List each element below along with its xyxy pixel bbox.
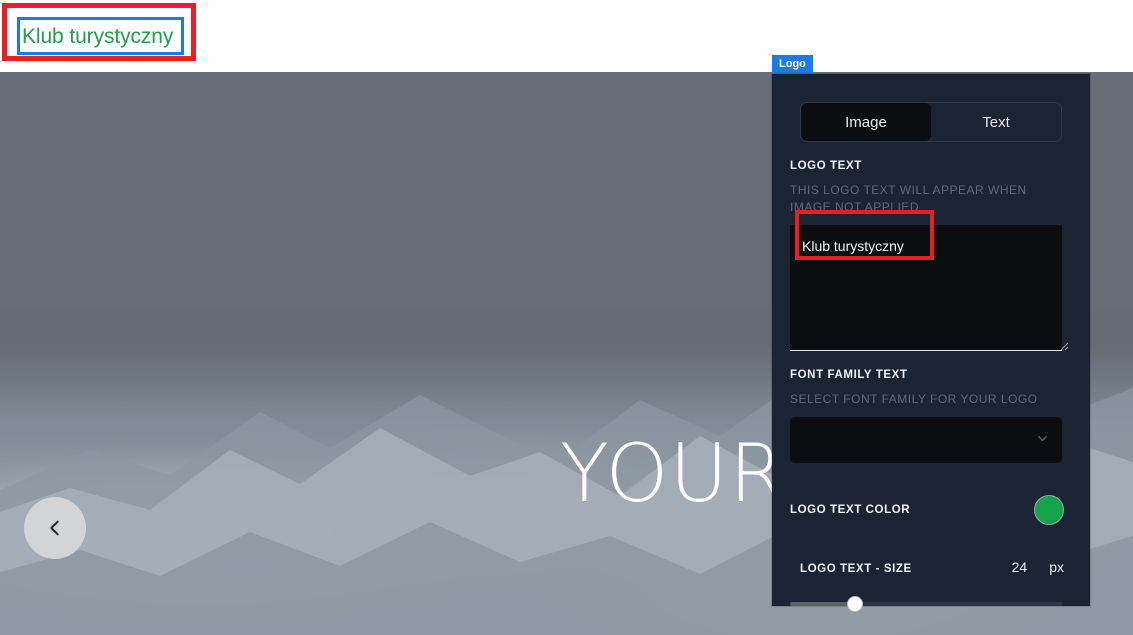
logo-preview-text: Klub turystyczny <box>22 24 174 48</box>
slider-fill <box>790 602 856 607</box>
logo-text-label: LOGO TEXT <box>790 160 862 172</box>
annotation-highlight-logo-preview: Klub turystyczny <box>2 3 196 61</box>
logo-text-input[interactable] <box>790 224 1062 351</box>
chevron-left-icon <box>44 517 66 539</box>
logo-text-size-slider[interactable] <box>790 596 1062 613</box>
logo-text-size-label: LOGO TEXT - SIZE <box>800 563 912 576</box>
logo-settings-content: Image Text LOGO TEXT THIS LOGO TEXT WILL… <box>772 74 1090 613</box>
logo-text-input-wrapper <box>790 224 1072 351</box>
font-family-label: FONT FAMILY TEXT <box>790 368 908 381</box>
font-family-select[interactable] <box>790 417 1062 464</box>
logo-text-description: THIS LOGO TEXT WILL APPEAR WHEN IMAGE NO… <box>790 183 1027 215</box>
font-family-description: SELECT FONT FAMILY FOR YOUR LOGO <box>790 391 1038 406</box>
logo-settings-panel: Image Text LOGO TEXT THIS LOGO TEXT WILL… <box>772 74 1090 613</box>
site-header: Klub turystyczny <box>0 0 1133 72</box>
logo-text-size-unit: px <box>1049 559 1064 576</box>
panel-badge-logo: Logo <box>772 55 813 75</box>
logo-preview-container[interactable]: Klub turystyczny <box>17 17 184 55</box>
logo-text-color-swatch[interactable] <box>1034 495 1064 526</box>
tab-text[interactable]: Text <box>931 103 1061 141</box>
tab-image[interactable]: Image <box>801 103 931 141</box>
app-root: Klub turystyczny YOUR GREAT <box>0 0 1133 635</box>
logo-text-size-row: LOGO TEXT - SIZE 24 px <box>790 559 1072 575</box>
logo-text-color-row: LOGO TEXT COLOR <box>790 495 1072 526</box>
chevron-down-icon <box>1035 431 1050 449</box>
logo-text-color-label: LOGO TEXT COLOR <box>790 504 911 517</box>
logo-text-size-value: 24 <box>1011 559 1028 576</box>
slider-thumb[interactable] <box>847 596 864 613</box>
carousel-prev-button[interactable] <box>24 497 86 559</box>
logo-source-tabs: Image Text <box>800 102 1062 142</box>
